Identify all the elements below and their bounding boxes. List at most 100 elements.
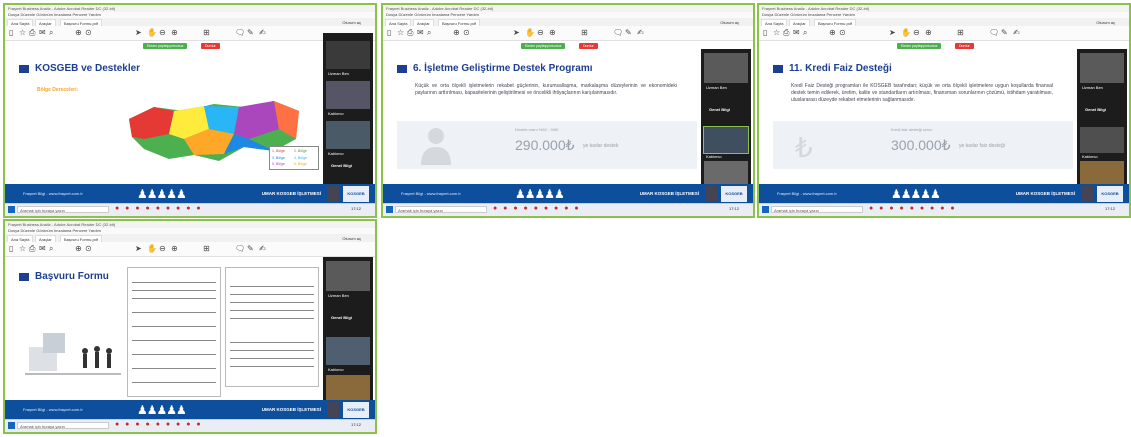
sign-in-link[interactable]: Oturum aç <box>342 235 361 242</box>
sign-in-link[interactable]: Oturum aç <box>720 19 739 26</box>
star-icon[interactable]: ☆ <box>19 29 26 37</box>
page-up-icon[interactable]: ⊕ <box>75 29 82 37</box>
mail-icon[interactable]: ✉ <box>39 29 46 37</box>
pen-icon[interactable]: ✎ <box>247 245 254 253</box>
participant-video[interactable] <box>704 53 748 83</box>
page-up-icon[interactable]: ⊕ <box>829 29 836 37</box>
footer-left-text: Fraşnet Bilgi - www.fraşnet.com.tr <box>23 407 83 412</box>
stop-share-button[interactable]: Durdur <box>201 43 220 49</box>
print-icon[interactable]: ⎙ <box>29 245 35 253</box>
search-icon[interactable]: ⌕ <box>427 29 431 37</box>
mail-icon[interactable]: ✉ <box>39 245 46 253</box>
zoom-in-icon[interactable]: ⊕ <box>171 245 178 253</box>
start-icon[interactable] <box>8 422 15 429</box>
participant-video[interactable] <box>1080 53 1124 83</box>
sign-icon[interactable]: ✍ <box>259 245 266 253</box>
page-down-icon[interactable]: ⊙ <box>85 245 92 253</box>
participant-video[interactable] <box>1080 127 1124 153</box>
comment-icon[interactable]: 🗨 <box>613 29 623 37</box>
comment-icon[interactable]: 🗨 <box>989 29 999 37</box>
comment-icon[interactable]: 🗨 <box>235 245 245 253</box>
presenter-photo <box>1081 186 1093 202</box>
mail-icon[interactable]: ✉ <box>417 29 424 37</box>
slide-title: 6. İşletme Geliştirme Destek Programı <box>413 63 593 74</box>
slide-title: 11. Kredi Faiz Desteği <box>789 63 892 74</box>
taskbar-apps-icon[interactable]: ● ● ● ● ● ● ● ● ● <box>115 421 203 428</box>
open-icon[interactable]: ▯ <box>9 245 13 253</box>
participant-video[interactable] <box>326 81 370 109</box>
taskbar-apps-icon[interactable]: ● ● ● ● ● ● ● ● ● <box>493 205 581 212</box>
sign-in-link[interactable]: Oturum aç <box>342 19 361 26</box>
open-icon[interactable]: ▯ <box>9 29 13 37</box>
zoom-out-icon[interactable]: ⊖ <box>913 29 920 37</box>
people-graphic-icon: ♟♟♟♟♟ <box>515 187 565 201</box>
participant-video[interactable] <box>703 126 749 154</box>
pen-icon[interactable]: ✎ <box>625 29 632 37</box>
cursor-icon[interactable]: ➤ <box>135 245 142 253</box>
taskbar-search[interactable]: Aramak için buraya yazın <box>771 206 863 213</box>
hand-icon[interactable]: ✋ <box>147 245 157 253</box>
zoom-in-icon[interactable]: ⊕ <box>171 29 178 37</box>
start-icon[interactable] <box>762 206 769 213</box>
taskbar-search[interactable]: Aramak için buraya yazın <box>17 422 109 429</box>
zoom-out-icon[interactable]: ⊖ <box>159 29 166 37</box>
participant-video[interactable] <box>326 261 370 291</box>
participant-video[interactable] <box>326 375 370 401</box>
sign-in-link[interactable]: Oturum aç <box>1096 19 1115 26</box>
stop-share-button[interactable]: Durdur <box>955 43 974 49</box>
cursor-icon[interactable]: ➤ <box>889 29 896 37</box>
hand-icon[interactable]: ✋ <box>901 29 911 37</box>
page-down-icon[interactable]: ⊙ <box>85 29 92 37</box>
slide-body-text: Küçük ve orta ölçekli işletmelerin rekab… <box>415 83 677 96</box>
open-icon[interactable]: ▯ <box>387 29 391 37</box>
zoom-in-icon[interactable]: ⊕ <box>925 29 932 37</box>
participant-name: Genel Bilgi <box>1085 107 1106 112</box>
cursor-icon[interactable]: ➤ <box>135 29 142 37</box>
zoom-out-icon[interactable]: ⊖ <box>537 29 544 37</box>
fit-icon[interactable]: ⊞ <box>957 29 964 37</box>
page-up-icon[interactable]: ⊕ <box>75 245 82 253</box>
participant-name: Genel Bilgi <box>709 107 730 112</box>
sign-icon[interactable]: ✍ <box>637 29 644 37</box>
cursor-icon[interactable]: ➤ <box>513 29 520 37</box>
participant-name: Katılımcı <box>328 111 344 116</box>
taskbar-apps-icon[interactable]: ● ● ● ● ● ● ● ● ● <box>869 205 957 212</box>
print-icon[interactable]: ⎙ <box>783 29 789 37</box>
participant-video[interactable] <box>326 41 370 69</box>
star-icon[interactable]: ☆ <box>397 29 404 37</box>
comment-icon[interactable]: 🗨 <box>235 29 245 37</box>
fit-icon[interactable]: ⊞ <box>203 29 210 37</box>
mail-icon[interactable]: ✉ <box>793 29 800 37</box>
taskbar-search[interactable]: Aramak için buraya yazın <box>395 206 487 213</box>
amount-suffix: ye kadar destek <box>583 143 619 149</box>
zoom-out-icon[interactable]: ⊖ <box>159 245 166 253</box>
search-icon[interactable]: ⌕ <box>49 29 53 37</box>
fit-icon[interactable]: ⊞ <box>203 245 210 253</box>
participant-video[interactable] <box>326 121 370 149</box>
acrobat-toolbar: ▯ ☆ ⎙ ✉ ⌕ ⊕ ⊙ ➤ ✋ ⊖ ⊕ ⊞ 🗨 ✎ ✍ <box>383 26 753 41</box>
search-icon[interactable]: ⌕ <box>49 245 53 253</box>
sign-icon[interactable]: ✍ <box>1013 29 1020 37</box>
taskbar-apps-icon[interactable]: ● ● ● ● ● ● ● ● ● <box>115 205 203 212</box>
hand-icon[interactable]: ✋ <box>525 29 535 37</box>
start-icon[interactable] <box>8 206 15 213</box>
star-icon[interactable]: ☆ <box>773 29 780 37</box>
taskbar-search[interactable]: Aramak için buraya yazın <box>17 206 109 213</box>
page-down-icon[interactable]: ⊙ <box>463 29 470 37</box>
start-icon[interactable] <box>386 206 393 213</box>
pen-icon[interactable]: ✎ <box>247 29 254 37</box>
pen-icon[interactable]: ✎ <box>1001 29 1008 37</box>
search-icon[interactable]: ⌕ <box>803 29 807 37</box>
zoom-in-icon[interactable]: ⊕ <box>549 29 556 37</box>
star-icon[interactable]: ☆ <box>19 245 26 253</box>
open-icon[interactable]: ▯ <box>763 29 767 37</box>
page-up-icon[interactable]: ⊕ <box>453 29 460 37</box>
fit-icon[interactable]: ⊞ <box>581 29 588 37</box>
sign-icon[interactable]: ✍ <box>259 29 266 37</box>
print-icon[interactable]: ⎙ <box>407 29 413 37</box>
participant-video[interactable] <box>326 337 370 365</box>
page-down-icon[interactable]: ⊙ <box>839 29 846 37</box>
print-icon[interactable]: ⎙ <box>29 29 35 37</box>
stop-share-button[interactable]: Durdur <box>579 43 598 49</box>
hand-icon[interactable]: ✋ <box>147 29 157 37</box>
